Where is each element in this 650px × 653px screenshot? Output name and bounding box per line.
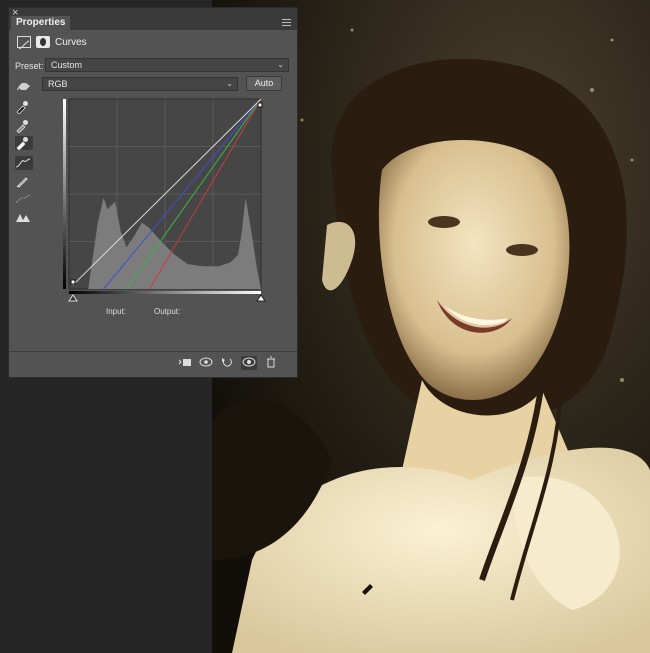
properties-tab[interactable]: Properties [11,16,71,30]
targeted-adjustment-hand-icon[interactable] [16,79,31,91]
toggle-visibility-eye-icon[interactable] [241,356,257,370]
output-label: Output: [154,307,181,316]
panel-menu-icon[interactable] [282,19,291,26]
reset-icon[interactable] [219,356,235,370]
layer-mask-icon[interactable] [36,36,50,48]
channel-value: RGB [48,79,68,89]
preset-label: Preset: [15,61,44,71]
pencil-icon[interactable] [15,174,33,188]
output-gradient-bar [63,99,66,289]
clipping-warning-icon[interactable] [15,210,33,224]
properties-panel: × Properties Curves Preset: Custom ⌄ RGB… [8,7,298,378]
input-gradient-bar [69,291,261,294]
gray-point-eyedropper-icon[interactable] [15,119,33,134]
chevron-down-icon: ⌄ [226,79,233,88]
curves-adjustment-icon[interactable] [17,36,31,50]
preset-value: Custom [51,60,83,70]
trash-icon[interactable] [263,356,279,370]
view-previous-state-icon[interactable] [198,356,214,370]
white-point-handle[interactable] [257,102,263,108]
adjustment-title: Curves [55,37,87,48]
curve-point-tool-icon[interactable] [15,156,33,170]
smooth-curve-icon[interactable] [15,192,33,206]
panel-divider [9,351,297,352]
chevron-down-icon: ⌄ [277,60,284,69]
channel-dropdown[interactable]: RGB ⌄ [42,77,238,91]
black-input-slider[interactable] [68,294,78,302]
auto-button[interactable]: Auto [246,76,282,91]
black-point-eyedropper-icon[interactable] [15,100,33,115]
preset-dropdown[interactable]: Custom ⌄ [45,58,289,72]
white-input-slider[interactable] [256,294,266,302]
input-label: Input: [106,307,127,316]
curves-graph[interactable] [57,96,267,313]
white-point-eyedropper-icon[interactable] [15,136,33,151]
black-point-handle[interactable] [70,279,76,285]
clip-to-layer-icon[interactable] [177,356,193,370]
